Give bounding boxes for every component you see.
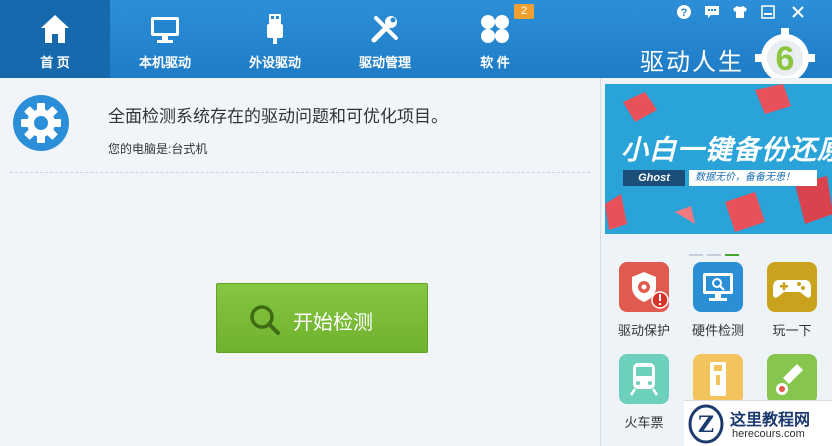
tab-peripheral-drivers[interactable]: 外设驱动 bbox=[220, 0, 330, 78]
gamepad-icon bbox=[767, 262, 817, 312]
brand-name: 驱动人生 bbox=[640, 49, 744, 76]
monitor-icon bbox=[151, 17, 179, 43]
thermometer-icon bbox=[767, 354, 817, 404]
scan-headline: 全面检测系统存在的驱动问题和可优化项目。 bbox=[108, 107, 448, 126]
software-update-badge: 2 bbox=[514, 4, 534, 19]
brand-logo: 6 bbox=[755, 28, 815, 84]
carousel-dot[interactable] bbox=[689, 254, 703, 256]
app-play[interactable]: 玩一下 bbox=[755, 262, 829, 339]
home-icon bbox=[41, 15, 69, 43]
tab-label: 本机驱动 bbox=[138, 55, 191, 70]
tab-home[interactable]: 首 页 bbox=[0, 0, 110, 78]
divider bbox=[10, 172, 590, 173]
app-label: 火车票 bbox=[624, 415, 664, 430]
start-scan-label: 开始检测 bbox=[293, 312, 373, 334]
train-icon bbox=[619, 354, 669, 404]
app-label: 玩一下 bbox=[772, 323, 812, 338]
app-label: 驱动保护 bbox=[617, 323, 670, 338]
banner-tag: Ghost bbox=[623, 170, 685, 186]
svg-text:?: ? bbox=[681, 7, 688, 19]
tab-label: 驱动管理 bbox=[358, 55, 411, 70]
svg-text:Z: Z bbox=[698, 412, 714, 438]
app-label: 硬件检测 bbox=[691, 323, 744, 338]
right-panel: 小白一键备份还原 Ghost 数据无价，备备无患！ 驱动保护 硬件检测 玩一下 … bbox=[600, 78, 832, 446]
skin-icon[interactable] bbox=[732, 4, 748, 20]
watermark-title: 这里教程网 bbox=[730, 410, 811, 429]
tab-label: 软 件 bbox=[480, 55, 510, 70]
site-watermark: Z 这里教程网 herecours.com bbox=[684, 400, 832, 446]
close-icon[interactable] bbox=[790, 4, 806, 20]
feedback-icon[interactable] bbox=[704, 4, 720, 20]
tools-icon bbox=[371, 16, 398, 43]
minimize-icon[interactable] bbox=[760, 4, 776, 20]
app-driver-protection[interactable]: 驱动保护 bbox=[607, 262, 681, 339]
help-icon[interactable]: ? bbox=[676, 4, 692, 20]
start-scan-button[interactable]: 开始检测 bbox=[216, 283, 428, 353]
search-icon bbox=[250, 305, 280, 335]
watermark-logo: Z bbox=[688, 404, 724, 444]
monitor-search-icon bbox=[693, 262, 743, 312]
device-type-label: 您的电脑是:台式机 bbox=[108, 142, 208, 156]
usb-drive-icon bbox=[693, 354, 743, 404]
app-hardware-check[interactable]: 硬件检测 bbox=[681, 262, 755, 339]
app-train-tickets[interactable]: 火车票 bbox=[607, 354, 681, 431]
carousel-dot[interactable] bbox=[707, 254, 721, 256]
banner-subtitle: 数据无价，备备无患！ bbox=[689, 170, 817, 186]
usb-icon bbox=[267, 14, 283, 44]
promo-banner[interactable]: 小白一键备份还原 Ghost 数据无价，备备无患！ bbox=[605, 84, 832, 234]
carousel-dot-active[interactable] bbox=[725, 254, 739, 256]
main-panel: 全面检测系统存在的驱动问题和可优化项目。 您的电脑是:台式机 开始检测 bbox=[0, 78, 600, 446]
watermark-url: herecours.com bbox=[732, 428, 805, 440]
carousel-indicators bbox=[689, 243, 743, 261]
tab-label: 首 页 bbox=[40, 55, 70, 70]
gear-icon bbox=[13, 95, 69, 151]
top-navigation-bar: 首 页 本机驱动 外设驱动 驱动管理 软 件 2 ? 驱动人生 6 bbox=[0, 0, 832, 84]
tab-label: 外设驱动 bbox=[248, 55, 301, 70]
brand-version-mark: 6 bbox=[776, 40, 795, 78]
tab-local-drivers[interactable]: 本机驱动 bbox=[110, 0, 220, 78]
apps-icon bbox=[481, 15, 509, 43]
tab-driver-management[interactable]: 驱动管理 bbox=[330, 0, 440, 78]
shield-gear-icon bbox=[619, 262, 669, 312]
banner-title: 小白一键备份还原 bbox=[621, 135, 832, 165]
